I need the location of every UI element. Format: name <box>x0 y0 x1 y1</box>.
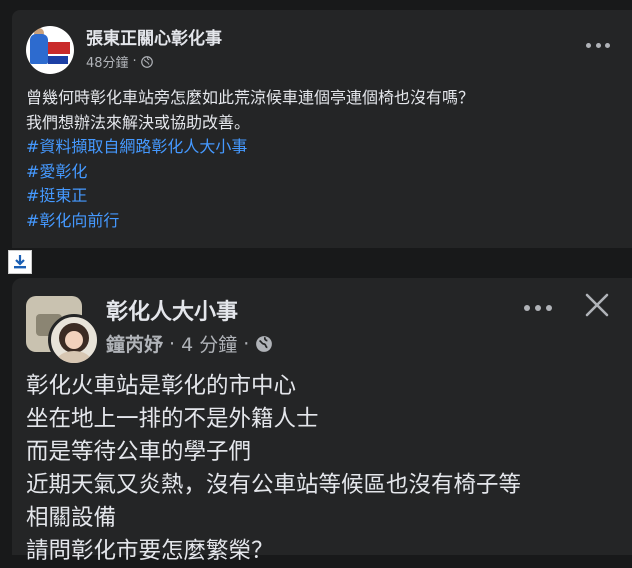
post-timestamp[interactable]: 48分鐘 <box>86 52 129 71</box>
hashtag-link[interactable]: #資料擷取自網路彰化人大小事 <box>26 135 474 160</box>
hashtag-link[interactable]: #挺東正 <box>26 184 474 209</box>
post-meta: 48分鐘 · <box>86 52 153 71</box>
post-meta: 鐘芮妤 · 4 分鐘 · <box>106 330 273 357</box>
post-body: 曾幾何時彰化車站旁怎麼如此荒涼候車連個亭連個椅也沒有嗎？ 我們想辦法來解決或協助改… <box>26 86 474 234</box>
download-button[interactable] <box>8 250 32 274</box>
post-text-line: 而是等待公車的學子們 <box>26 439 252 465</box>
post-text-line: 請問彰化市要怎麼繁榮？ <box>26 538 274 564</box>
globe-icon <box>140 55 153 68</box>
avatar-body <box>30 34 48 64</box>
author-avatar[interactable] <box>26 26 74 74</box>
globe-icon <box>256 335 273 352</box>
post-text-line: 彰化火車站是彰化的市中心 <box>26 373 297 399</box>
author-avatar <box>48 314 100 366</box>
post-text-line: 近期天氣又炎熱，沒有公車站等候區也沒有椅子等 <box>26 472 522 498</box>
meta-separator: · <box>169 332 176 355</box>
post-author-name[interactable]: 張東正關心彰化事 <box>86 24 222 49</box>
post-text-line: 我們想辦法來解決或協助改善。 <box>26 112 251 132</box>
avatar-name-badge <box>48 42 70 54</box>
post-text-line: 相關設備 <box>26 505 117 531</box>
more-options-icon[interactable] <box>586 38 610 52</box>
meta-separator: · <box>243 332 250 355</box>
post-body: 彰化火車站是彰化的市中心 坐在地上一排的不是外籍人士 而是等待公車的學子們近期天氣又… <box>26 370 521 568</box>
post-text-line: 坐在地上一排的不是外籍人士 <box>26 406 319 432</box>
close-icon[interactable] <box>584 292 610 318</box>
shared-post-card: 彰化人大小事 鐘芮妤 · 4 分鐘 · 彰化火車站是彰化的市中心 坐在地上一排的不… <box>12 278 632 564</box>
post-timestamp[interactable]: 4 分鐘 <box>181 330 237 357</box>
meta-separator: · <box>132 54 137 69</box>
post-author-name[interactable]: 鐘芮妤 <box>106 330 163 357</box>
avatar-logo <box>48 56 68 64</box>
hashtag-link[interactable]: #彰化向前行 <box>26 209 474 234</box>
download-icon <box>14 255 26 269</box>
more-options-icon[interactable] <box>524 300 552 316</box>
group-name[interactable]: 彰化人大小事 <box>106 294 238 326</box>
hashtag-link[interactable]: #愛彰化 <box>26 160 474 185</box>
group-avatar[interactable] <box>26 296 100 366</box>
post-card-1: 張東正關心彰化事 48分鐘 · 曾幾何時彰化車站旁怎麼如此荒涼候車連個亭連個椅也… <box>12 10 632 248</box>
post-text-line: 曾幾何時彰化車站旁怎麼如此荒涼候車連個亭連個椅也沒有嗎？ <box>26 88 475 107</box>
